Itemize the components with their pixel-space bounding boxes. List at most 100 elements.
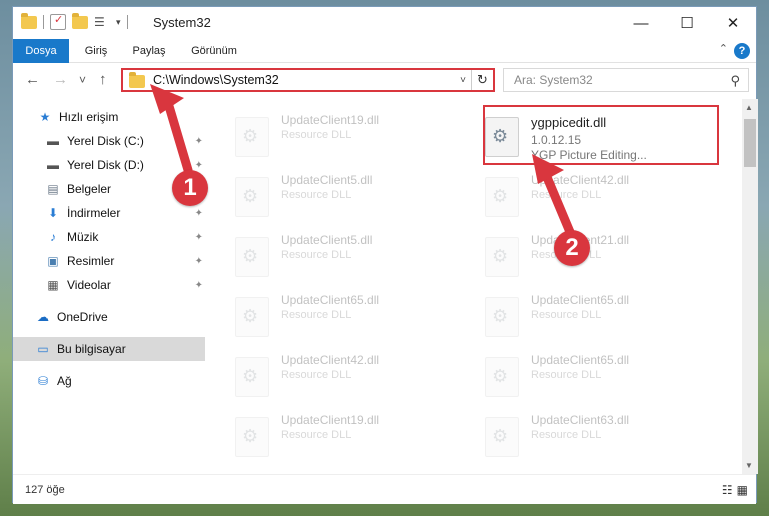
new-folder-icon[interactable] bbox=[72, 12, 88, 29]
dll-file-icon bbox=[235, 417, 269, 457]
pin-icon[interactable]: ✦ bbox=[195, 160, 203, 171]
pin-icon[interactable]: ✦ bbox=[195, 136, 203, 147]
list-item[interactable]: UpdateClient42.dll Resource DLL bbox=[209, 345, 439, 401]
drive-icon: ▬ bbox=[47, 158, 59, 172]
computer-icon: ▭ bbox=[37, 342, 49, 356]
properties-icon[interactable]: ✓ bbox=[50, 14, 66, 30]
details-view-icon[interactable]: ☷ bbox=[722, 483, 733, 497]
sidebar-item-label: Ağ bbox=[57, 374, 72, 388]
sidebar-item-music[interactable]: ♪ Müzik ✦ bbox=[13, 225, 205, 249]
up-button[interactable]: ↑ bbox=[99, 71, 107, 88]
collapse-ribbon-icon[interactable]: ⌃ bbox=[719, 42, 728, 55]
tab-share[interactable]: Paylaş bbox=[125, 39, 173, 63]
view-switcher: ☷ ▦ bbox=[722, 483, 748, 497]
refresh-icon[interactable]: ↻ bbox=[471, 70, 493, 90]
back-button[interactable]: ← bbox=[25, 71, 40, 88]
list-item[interactable]: UpdateClient19.dll Resource DLL bbox=[209, 105, 439, 161]
file-description: Resource DLL bbox=[281, 369, 352, 381]
file-name: UpdateClient5.dll bbox=[281, 233, 373, 247]
sidebar-item-quick-access[interactable]: ★ Hızlı erişim bbox=[13, 105, 205, 129]
search-placeholder: Ara: System32 bbox=[514, 73, 593, 87]
file-name: UpdateClient65.dll bbox=[531, 293, 630, 307]
sidebar-item-label: Yerel Disk (C:) bbox=[67, 134, 144, 148]
minimize-button[interactable]: — bbox=[618, 7, 664, 39]
sidebar-item-this-pc[interactable]: ▭ Bu bilgisayar bbox=[13, 337, 205, 361]
list-item[interactable]: UpdateClient42.dll Resource DLL bbox=[459, 165, 689, 221]
window-title: System32 bbox=[153, 15, 211, 30]
quick-access-toolbar: ✓ ☰ ▾ bbox=[21, 12, 128, 30]
vertical-scrollbar[interactable]: ▲ ▼ bbox=[742, 99, 758, 474]
maximize-button[interactable]: ☐ bbox=[664, 7, 710, 39]
sidebar-item-videos[interactable]: ▦ Videolar ✦ bbox=[13, 273, 205, 297]
sidebar-item-label: OneDrive bbox=[57, 310, 108, 324]
list-item[interactable]: UpdateClient5.dll Resource DLL bbox=[209, 225, 439, 281]
tab-view[interactable]: Görünüm bbox=[183, 39, 245, 63]
item-count: 127 öğe bbox=[25, 484, 65, 496]
file-name: UpdateClient19.dll bbox=[281, 113, 380, 127]
pin-icon[interactable]: ✦ bbox=[195, 208, 203, 219]
view-options-icon[interactable]: ☰ bbox=[94, 14, 110, 30]
forward-button[interactable]: → bbox=[53, 71, 68, 88]
dll-file-icon bbox=[485, 237, 519, 277]
scroll-up-icon[interactable]: ▲ bbox=[745, 103, 753, 112]
recent-locations-button[interactable]: ˅ bbox=[79, 73, 86, 87]
file-name: UpdateClient63.dll bbox=[531, 413, 630, 427]
dll-file-icon bbox=[235, 357, 269, 397]
scrollbar-thumb[interactable] bbox=[744, 119, 756, 167]
videos-icon: ▦ bbox=[47, 278, 59, 292]
search-icon[interactable]: ⚲ bbox=[730, 73, 740, 89]
close-button[interactable]: ✕ bbox=[710, 7, 756, 39]
file-description: Resource DLL bbox=[281, 189, 352, 201]
file-description: Resource DLL bbox=[281, 309, 352, 321]
sidebar-item-local-disk-d[interactable]: ▬ Yerel Disk (D:) ✦ bbox=[13, 153, 205, 177]
navigation-bar: ← → ˅ ↑ C:\Windows\System32 ˅ ↻ Ara: Sys… bbox=[13, 63, 756, 97]
ribbon-tabs: Dosya Giriş Paylaş Görünüm ⌃ ? bbox=[13, 39, 756, 63]
search-box[interactable]: Ara: System32 ⚲ bbox=[503, 68, 749, 92]
file-description: Resource DLL bbox=[281, 129, 352, 141]
list-item[interactable]: UpdateClient19.dll Resource DLL bbox=[209, 405, 439, 461]
address-path[interactable]: C:\Windows\System32 bbox=[153, 73, 455, 87]
list-item[interactable]: UpdateClient65.dll Resource DLL bbox=[459, 285, 689, 341]
file-name: UpdateClient19.dll bbox=[281, 413, 380, 427]
file-description: Resource DLL bbox=[531, 369, 602, 381]
sidebar-item-onedrive[interactable]: ☁ OneDrive bbox=[13, 305, 205, 329]
customize-toolbar-icon[interactable]: ▾ bbox=[116, 17, 121, 28]
file-description: Resource DLL bbox=[281, 249, 352, 261]
list-item[interactable]: UpdateClient65.dll Resource DLL bbox=[459, 345, 689, 401]
step-badge-2: 2 bbox=[554, 230, 590, 266]
documents-icon: ▤ bbox=[47, 182, 59, 196]
file-name: UpdateClient42.dll bbox=[531, 173, 630, 187]
scroll-down-icon[interactable]: ▼ bbox=[745, 461, 753, 470]
pin-icon[interactable]: ✦ bbox=[195, 280, 203, 291]
sidebar-item-label: Müzik bbox=[67, 230, 99, 244]
toolbar-divider bbox=[126, 15, 128, 29]
drive-icon: ▬ bbox=[47, 134, 59, 148]
file-name: UpdateClient42.dll bbox=[281, 353, 380, 367]
status-bar: 127 öğe ☷ ▦ bbox=[13, 474, 756, 504]
tiles-view-icon[interactable]: ▦ bbox=[737, 483, 748, 497]
file-version: 1.0.12.15 bbox=[531, 133, 582, 147]
pin-icon[interactable]: ✦ bbox=[195, 256, 203, 267]
download-icon: ⬇ bbox=[47, 206, 59, 220]
music-icon: ♪ bbox=[50, 230, 56, 244]
network-icon: ⛁ bbox=[37, 374, 49, 388]
list-item[interactable]: UpdateClient65.dll Resource DLL bbox=[209, 285, 439, 341]
sidebar-item-network[interactable]: ⛁ Ağ bbox=[13, 369, 205, 393]
help-icon[interactable]: ? bbox=[734, 43, 750, 59]
pin-icon[interactable]: ✦ bbox=[195, 232, 203, 243]
address-dropdown-icon[interactable]: ˅ bbox=[455, 75, 471, 86]
list-item[interactable]: UpdateClient5.dll Resource DLL bbox=[209, 165, 439, 221]
list-item[interactable]: UpdateClient63.dll Resource DLL bbox=[459, 405, 689, 461]
address-bar[interactable]: C:\Windows\System32 ˅ ↻ bbox=[121, 68, 495, 92]
list-item-ygppicedit[interactable]: ygppicedit.dll 1.0.12.15 YGP Picture Edi… bbox=[459, 105, 689, 162]
cloud-icon: ☁ bbox=[37, 310, 49, 324]
sidebar-item-local-disk-c[interactable]: ▬ Yerel Disk (C:) ✦ bbox=[13, 129, 205, 153]
sidebar-item-downloads[interactable]: ⬇ İndirmeler ✦ bbox=[13, 201, 205, 225]
tab-home[interactable]: Giriş bbox=[75, 39, 117, 63]
sidebar-item-pictures[interactable]: ▣ Resimler ✦ bbox=[13, 249, 205, 273]
file-name: UpdateClient65.dll bbox=[281, 293, 380, 307]
file-description: Resource DLL bbox=[531, 189, 602, 201]
tab-file[interactable]: Dosya bbox=[13, 39, 69, 63]
file-name: ygppicedit.dll bbox=[531, 115, 607, 130]
folder-icon bbox=[129, 72, 145, 88]
